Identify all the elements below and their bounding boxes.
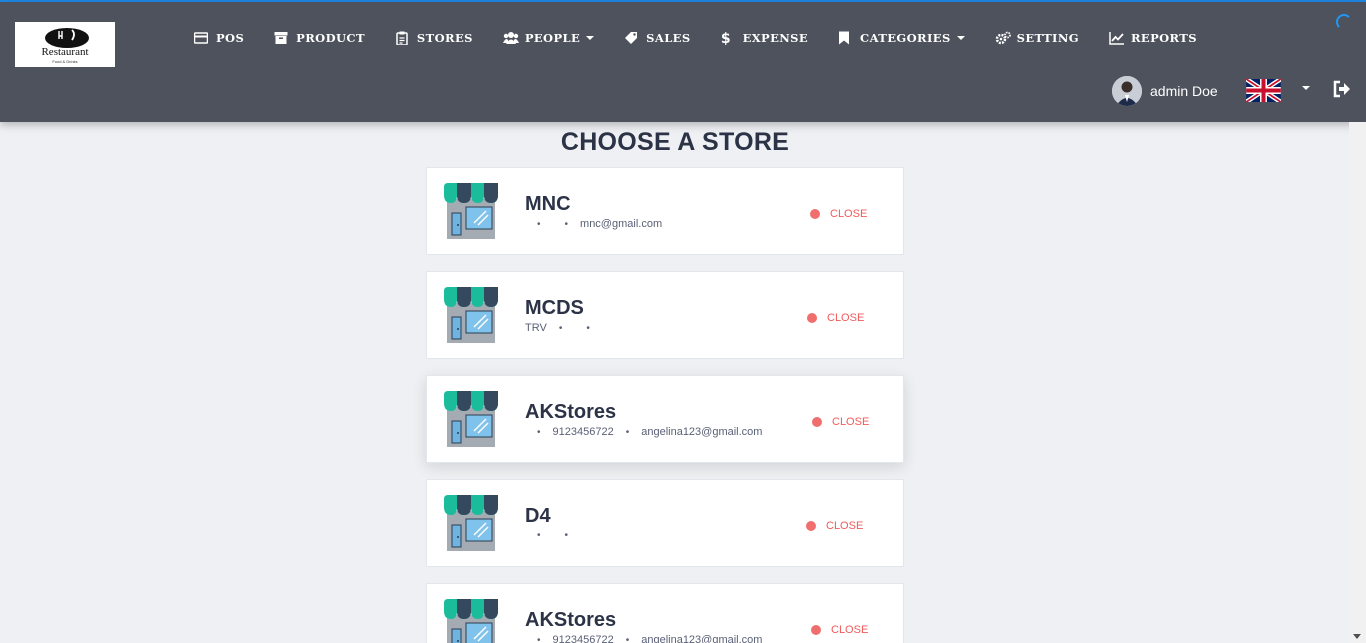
nav-pos[interactable]: POS — [194, 31, 244, 45]
bullet: • — [625, 634, 630, 643]
main-nav: POS PRODUCT STORES PEOPLE SALES $ EXPENS… — [194, 26, 1227, 50]
nav-setting-label: SETTING — [1016, 31, 1079, 45]
status-badge: CLOSE — [807, 312, 864, 324]
status-dot-icon — [807, 313, 817, 323]
status-badge: CLOSE — [806, 520, 863, 532]
page-title: CHOOSE A STORE — [560, 128, 790, 156]
top-navbar: Restaurant Food & Drinks POS PRODUCT STO… — [0, 2, 1366, 122]
bullet: • — [625, 426, 630, 438]
bullet: • — [537, 634, 541, 643]
nav-product-label: PRODUCT — [296, 31, 365, 45]
store-contact: TRV • • — [525, 322, 602, 334]
nav-stores[interactable]: STORES — [395, 31, 473, 45]
nav-reports[interactable]: REPORTS — [1109, 31, 1197, 45]
store-name: D4 — [525, 505, 551, 527]
bullet: • — [564, 218, 569, 230]
store-icon — [444, 599, 498, 643]
chevron-down-icon — [956, 36, 965, 40]
nav-people[interactable]: PEOPLE — [502, 31, 595, 45]
store-card[interactable]: D4 • • CLOSE — [426, 479, 904, 567]
status-label: CLOSE — [832, 416, 870, 428]
store-card[interactable]: AKStores • 9123456722 • angelina123@gmail.co… — [426, 583, 904, 643]
scroll-down-arrow-icon[interactable] — [1353, 634, 1361, 639]
avatar — [1112, 76, 1142, 106]
bullet: • — [558, 322, 563, 334]
bookmark-icon — [838, 31, 852, 45]
nav-pos-label: POS — [216, 31, 245, 45]
store-email: mnc@gmail.com — [580, 218, 663, 230]
status-badge: CLOSE — [810, 208, 867, 220]
credit-card-icon — [194, 31, 208, 45]
status-dot-icon — [811, 625, 821, 635]
svg-text:Restaurant: Restaurant — [41, 46, 88, 58]
chevron-down-icon — [586, 36, 595, 40]
store-email: angelina123@gmail.com — [641, 426, 763, 438]
store-card[interactable]: AKStores • 9123456722 • angelina123@gmail.co… — [426, 375, 904, 463]
store-contact: • 9123456722 • angelina123@gmail.com — [525, 426, 762, 438]
store-name: MCDS — [525, 297, 584, 319]
nav-product[interactable]: PRODUCT — [274, 31, 365, 45]
svg-text:Food & Drinks: Food & Drinks — [52, 59, 77, 64]
users-icon — [502, 31, 519, 45]
store-icon — [444, 287, 498, 345]
status-dot-icon — [806, 521, 816, 531]
store-email: angelina123@gmail.com — [641, 634, 763, 643]
dollar-icon: $ — [721, 31, 735, 45]
bullet: • — [564, 530, 569, 541]
gears-icon — [995, 31, 1011, 45]
language-dropdown-chevron-icon[interactable] — [1302, 86, 1310, 90]
store-name: MNC — [525, 193, 571, 215]
status-dot-icon — [812, 417, 822, 427]
svg-text:$: $ — [721, 31, 731, 45]
status-dot-icon — [810, 209, 820, 219]
status-badge: CLOSE — [811, 624, 868, 636]
store-name: AKStores — [525, 609, 617, 631]
user-name: admin Doe — [1150, 83, 1218, 99]
nav-sales[interactable]: SALES — [624, 31, 690, 45]
bullet: • — [537, 530, 541, 541]
restaurant-logo[interactable]: Restaurant Food & Drinks — [15, 22, 115, 67]
nav-setting[interactable]: SETTING — [995, 31, 1079, 45]
nav-sales-label: SALES — [646, 31, 691, 45]
store-card[interactable]: MCDS TRV • • CLOSE — [426, 271, 904, 359]
tag-icon — [624, 31, 638, 45]
store-prefix: TRV — [525, 322, 547, 334]
nav-expense[interactable]: $ EXPENSE — [721, 31, 808, 45]
store-contact: • • mnc@gmail.com — [525, 218, 662, 230]
nav-expense-label: EXPENSE — [742, 31, 809, 45]
nav-categories[interactable]: CATEGORIES — [838, 31, 965, 45]
store-name: AKStores — [525, 401, 617, 423]
clipboard-icon — [395, 31, 409, 45]
uk-flag-icon[interactable] — [1246, 79, 1281, 102]
store-contact: • 9123456722 • angelina123@gmail.com — [525, 634, 762, 643]
bullet: • — [586, 322, 590, 334]
store-icon — [444, 391, 498, 449]
status-label: CLOSE — [830, 208, 868, 220]
status-label: CLOSE — [831, 624, 869, 636]
nav-stores-label: STORES — [416, 31, 473, 45]
user-menu[interactable]: admin Doe — [1112, 76, 1218, 106]
status-label: CLOSE — [827, 312, 865, 324]
store-phone: 9123456722 — [552, 426, 614, 438]
store-icon — [444, 495, 498, 553]
line-chart-icon — [1109, 31, 1124, 45]
nav-reports-label: REPORTS — [1130, 31, 1197, 45]
nav-people-label: PEOPLE — [524, 31, 581, 45]
page-scrollbar[interactable] — [1349, 122, 1366, 643]
store-icon — [444, 183, 498, 241]
archive-icon — [274, 31, 288, 45]
store-card[interactable]: MNC • • mnc@gmail.com CLOSE — [426, 167, 904, 255]
bullet: • — [537, 426, 541, 438]
store-phone: 9123456722 — [552, 634, 614, 643]
status-badge: CLOSE — [812, 416, 869, 428]
status-label: CLOSE — [826, 520, 864, 532]
sign-out-icon[interactable] — [1333, 80, 1351, 98]
bullet: • — [537, 218, 541, 230]
nav-categories-label: CATEGORIES — [860, 31, 951, 45]
loading-spinner-icon — [1336, 14, 1352, 30]
store-contact: • • — [525, 530, 580, 541]
